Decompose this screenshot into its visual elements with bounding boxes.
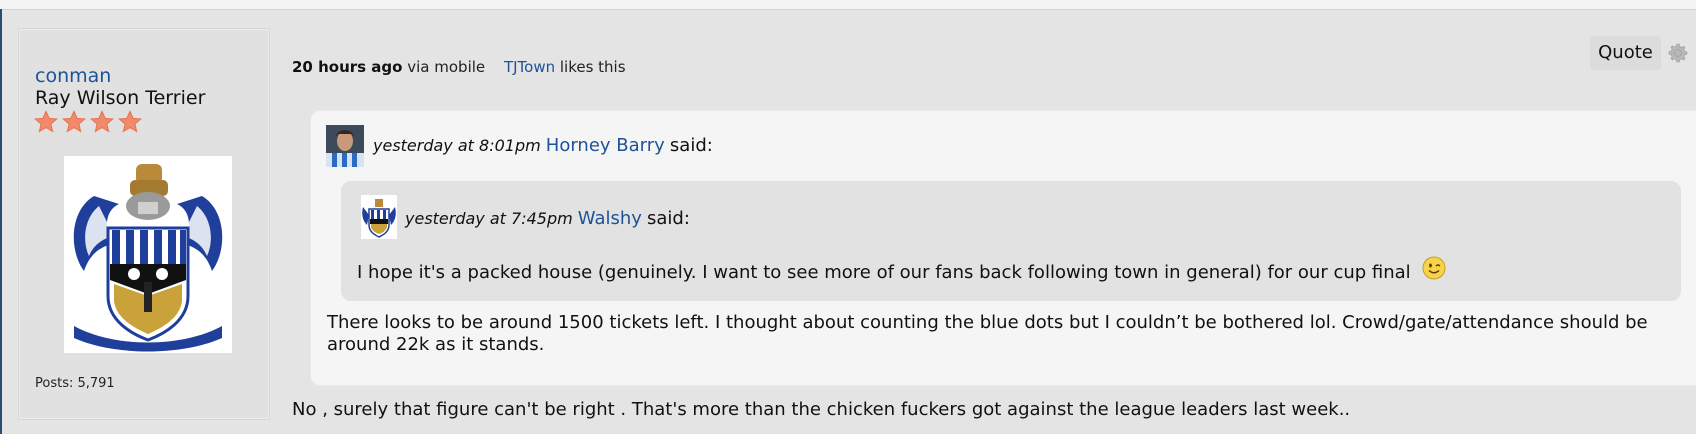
- quote-block-outer: yesterday at 8:01pm Horney Barry said: y…: [310, 110, 1696, 386]
- quote-text-line-2: around 22k as it stands.: [327, 334, 545, 355]
- post-body-text: No , surely that figure can't be right .…: [292, 399, 1351, 420]
- nested-quote-text: I hope it's a packed house (genuinely. I…: [357, 262, 1411, 283]
- quote-author-avatar[interactable]: [326, 125, 364, 167]
- author-rank: Ray Wilson Terrier: [35, 87, 206, 109]
- post-meta: 20 hours ago via mobile TJTown likes thi…: [292, 58, 626, 76]
- quote-header-inner: yesterday at 7:45pm Walshy said:: [405, 208, 690, 229]
- post-via: via mobile: [407, 58, 486, 76]
- gear-icon[interactable]: [1666, 41, 1690, 65]
- likes-text: likes this: [559, 58, 626, 76]
- quote-said: said:: [669, 135, 713, 156]
- top-strip: [0, 0, 1696, 10]
- quote-header-outer: yesterday at 8:01pm Horney Barry said:: [373, 135, 713, 156]
- quote-text-line-1: There looks to be around 1500 tickets le…: [327, 312, 1648, 333]
- quote-time: yesterday at 8:01pm: [373, 136, 541, 155]
- crest-icon: [64, 156, 232, 353]
- quote-button[interactable]: Quote: [1590, 36, 1661, 70]
- star-icon: [34, 110, 58, 133]
- star-icon: [62, 110, 86, 133]
- star-icon: [118, 110, 143, 133]
- quote-author-link[interactable]: Horney Barry: [546, 135, 665, 156]
- nested-quote-said: said:: [647, 208, 690, 229]
- author-sidebar: conman Ray Wilson Terrier Posts: 5,791: [18, 28, 270, 420]
- nested-quote-author-link[interactable]: Walshy: [578, 208, 642, 229]
- nested-quote-author-avatar[interactable]: [361, 195, 397, 239]
- nested-quote-text-line: I hope it's a packed house (genuinely. I…: [357, 256, 1446, 284]
- post-time[interactable]: 20 hours ago: [292, 58, 402, 76]
- star-icon: [90, 110, 115, 133]
- smiley-icon: [1422, 256, 1446, 280]
- avatar[interactable]: [64, 156, 232, 353]
- forum-post: conman Ray Wilson Terrier Posts: 5,791 2…: [2, 10, 1696, 434]
- post-count: Posts: 5,791: [35, 376, 115, 391]
- liker-link[interactable]: TJTown: [504, 58, 555, 76]
- quote-block-inner: yesterday at 7:45pm Walshy said: I hope …: [341, 181, 1681, 301]
- nested-quote-time: yesterday at 7:45pm: [405, 209, 573, 228]
- rank-stars: [33, 109, 143, 137]
- author-username[interactable]: conman: [35, 65, 111, 87]
